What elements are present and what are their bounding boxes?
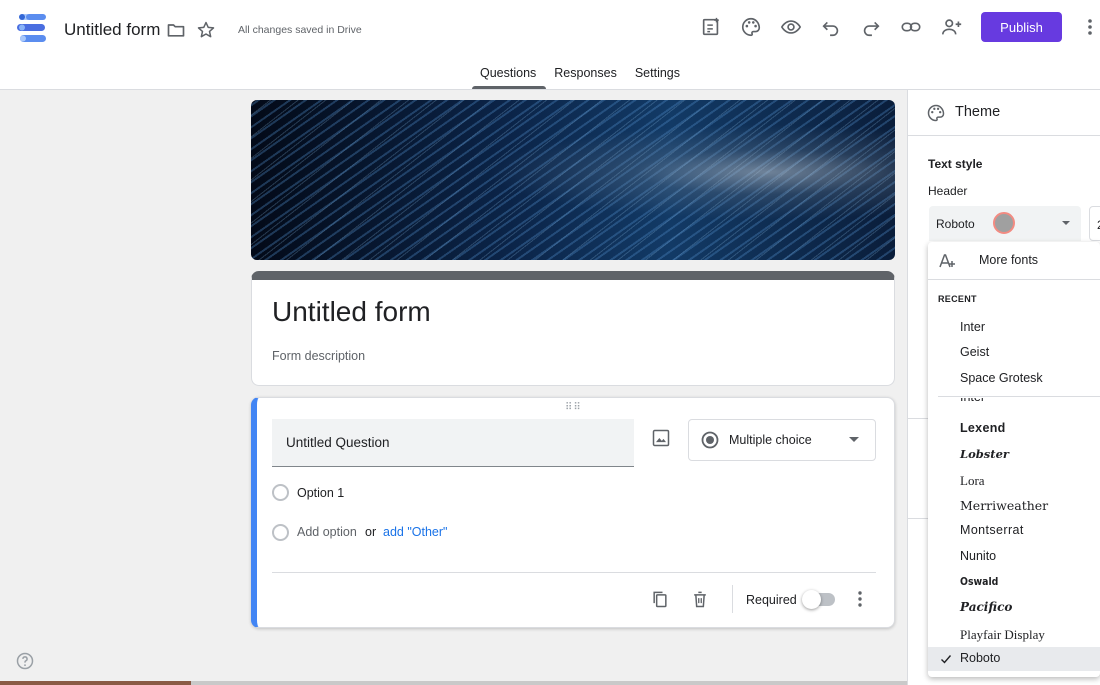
theme-panel-header: Theme [908,90,1100,136]
text-style-heading: Text style [928,157,983,171]
selected-font-highlight [928,647,1100,671]
add-on-icon[interactable] [700,16,722,38]
copy-icon[interactable] [650,589,670,609]
tab-bar: Questions Responses Settings [472,60,690,90]
folder-icon[interactable] [166,20,186,40]
question-card[interactable]: ⠿⠿ Untitled Question Multiple choice Opt… [251,397,895,628]
header-banner-image [251,100,895,260]
font-option-playfair-display[interactable]: Playfair Display [960,627,1045,643]
tab-responses[interactable]: Responses [546,60,627,90]
divider [938,396,1100,397]
question-type-select[interactable]: Multiple choice [688,419,876,461]
font-option-inter[interactable]: Inter [960,398,985,404]
add-option-radio [272,524,289,541]
required-label: Required [746,593,797,607]
progress-bar [0,681,908,685]
font-option-montserrat[interactable]: Montserrat [960,523,1024,537]
font-option-space-grotesk[interactable]: Space Grotesk [960,371,1043,385]
or-text: or [365,525,377,539]
more-vert-icon[interactable] [1080,16,1100,38]
header-font-value: Roboto [936,217,975,231]
font-option-nunito[interactable]: Nunito [960,549,996,563]
font-option-lexend[interactable]: Lexend [960,421,1006,435]
check-icon [941,655,952,664]
add-option-link[interactable]: Add option [297,525,357,539]
image-icon[interactable] [651,428,671,448]
font-option-inter-recent[interactable]: Inter [960,320,985,334]
progress-fill [0,681,191,685]
required-toggle[interactable] [802,590,835,609]
palette-icon [927,104,945,122]
more-fonts-label: More fonts [979,253,1039,267]
add-collaborator-icon[interactable] [941,16,963,38]
divider [272,572,876,573]
font-option-roboto[interactable]: Roboto [960,651,1000,665]
link-icon[interactable] [900,16,922,38]
palette-icon[interactable] [740,16,762,38]
form-description-field[interactable]: Form description [272,349,365,363]
chevron-down-icon [1062,221,1070,225]
header-font-select[interactable]: Roboto [929,206,1081,241]
tab-settings[interactable]: Settings [627,60,690,90]
add-font-icon [939,254,955,268]
question-title-input[interactable]: Untitled Question [272,419,634,467]
color-swatch[interactable] [993,212,1015,234]
top-bar: Untitled form All changes saved in Drive… [0,0,1100,90]
more-fonts-item[interactable]: More fonts [928,242,1100,280]
header-label: Header [928,184,968,198]
question-more-icon[interactable] [851,589,869,609]
forms-logo-icon[interactable] [17,14,47,42]
add-other-link[interactable]: add "Other" [383,525,447,539]
form-title-card: Untitled form Form description [251,271,895,386]
font-dropdown-menu: More fonts RECENT Inter Geist Space Grot… [928,242,1100,677]
redo-icon[interactable] [860,16,882,38]
font-option-lobster[interactable]: Lobster [960,447,1009,461]
font-option-geist[interactable]: Geist [960,345,989,359]
save-status: All changes saved in Drive [238,24,362,36]
chevron-down-icon [849,437,859,442]
form-title-field[interactable]: Untitled form [272,296,431,328]
publish-button[interactable]: Publish [981,12,1062,42]
theme-title: Theme [955,104,1001,120]
recent-heading: RECENT [938,294,977,304]
drag-handle-icon[interactable]: ⠿⠿ [565,402,582,413]
form-title-text[interactable]: Untitled form [64,20,160,40]
font-option-merriweather[interactable]: Merriweather [960,498,1048,513]
star-icon[interactable] [196,20,216,40]
question-type-label: Multiple choice [729,433,812,447]
font-option-lora[interactable]: Lora [960,473,985,489]
option-1-label[interactable]: Option 1 [297,486,344,500]
font-option-oswald[interactable]: Oswald [960,575,998,588]
footer-separator [732,585,733,613]
header-size-select[interactable]: 2 [1089,206,1100,241]
option-radio [272,484,289,501]
trash-icon[interactable] [690,589,710,609]
font-option-pacifico[interactable]: Pacifico [960,600,1012,614]
radio-icon [701,431,719,449]
preview-eye-icon[interactable] [780,16,802,38]
help-icon[interactable] [15,651,35,671]
undo-icon[interactable] [820,16,842,38]
tab-questions[interactable]: Questions [472,60,547,90]
